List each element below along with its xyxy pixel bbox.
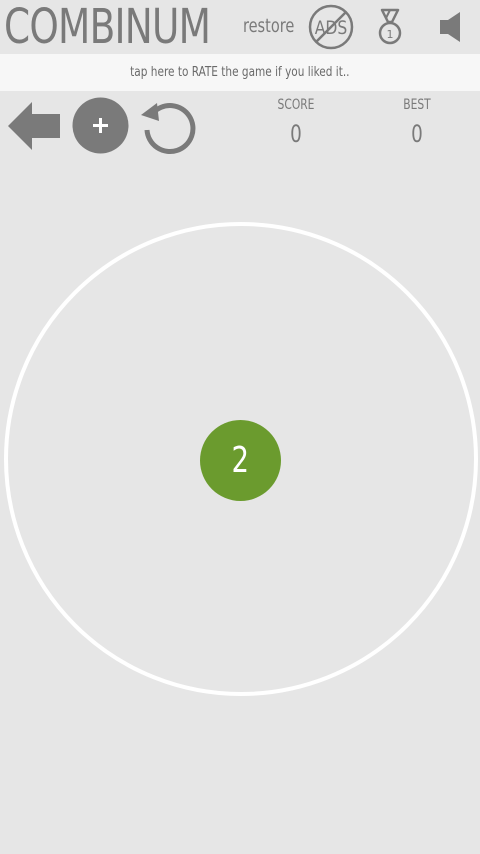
- score-display: SCORE 0: [256, 96, 336, 148]
- medal-number: 1: [387, 28, 394, 41]
- score-value: 0: [290, 120, 302, 148]
- game-screen: COMBINUM restore ADS 1 tap here to RATE …: [0, 0, 480, 854]
- restart-icon[interactable]: [139, 97, 199, 155]
- restore-purchases-button[interactable]: restore: [243, 14, 294, 38]
- best-value: 0: [411, 120, 423, 148]
- number-ball[interactable]: 2: [200, 420, 281, 501]
- add-ball-icon[interactable]: [72, 97, 129, 154]
- rate-banner-text: tap here to RATE the game if you liked i…: [130, 65, 350, 80]
- score-label: SCORE: [277, 97, 315, 113]
- top-bar: COMBINUM restore ADS 1: [0, 0, 480, 54]
- app-title: COMBINUM: [4, 0, 211, 55]
- rate-game-banner[interactable]: tap here to RATE the game if you liked i…: [0, 54, 480, 91]
- back-arrow-icon[interactable]: [6, 98, 62, 154]
- best-score-display: BEST 0: [377, 96, 457, 148]
- sound-toggle-icon[interactable]: [438, 10, 466, 44]
- best-label: BEST: [403, 97, 431, 113]
- ball-value: 2: [231, 440, 250, 481]
- remove-ads-icon[interactable]: ADS: [308, 4, 354, 50]
- achievements-medal-icon[interactable]: 1: [376, 8, 404, 46]
